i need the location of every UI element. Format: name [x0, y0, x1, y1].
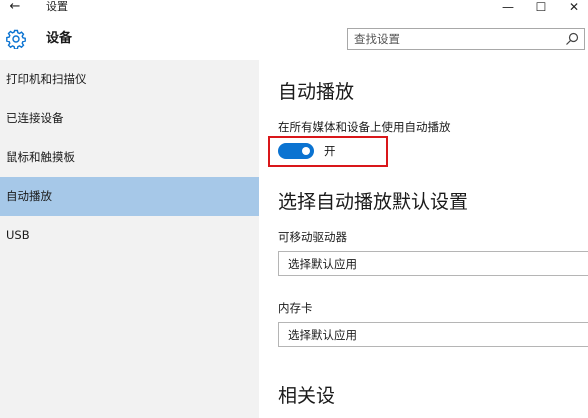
back-arrow-icon: ←	[9, 0, 21, 14]
page-header: 设备	[0, 18, 588, 60]
memory-card-label: 内存卡	[278, 301, 313, 315]
window-title: 设置	[46, 0, 68, 13]
toggle-state-text: 开	[324, 144, 336, 158]
defaults-section-title: 选择自动播放默认设置	[278, 191, 469, 213]
sidebar-item-autoplay[interactable]: 自动播放	[0, 177, 259, 216]
memory-card-select[interactable]: 选择默认应用	[278, 322, 588, 347]
maximize-button[interactable]: ☐	[531, 0, 551, 16]
sidebar-item-label: 自动播放	[6, 189, 52, 203]
related-settings-title: 相关设	[278, 385, 336, 407]
main-content: 自动播放 在所有媒体和设备上使用自动播放 开 选择自动播放默认设置 可移动驱动器…	[259, 60, 588, 418]
sidebar: 打印机和扫描仪 已连接设备 鼠标和触摸板 自动播放 USB	[0, 60, 259, 418]
back-button[interactable]: ←	[6, 0, 24, 15]
toggle-knob	[302, 147, 310, 155]
sidebar-item-mouse-touchpad[interactable]: 鼠标和触摸板	[0, 138, 259, 177]
close-icon: ✕	[568, 0, 580, 14]
sidebar-item-usb[interactable]: USB	[0, 216, 259, 255]
search-input[interactable]	[354, 31, 554, 47]
search-icon[interactable]	[565, 32, 579, 46]
page-title: 设备	[46, 31, 73, 46]
autoplay-toggle[interactable]	[278, 143, 314, 159]
gear-icon	[6, 29, 26, 49]
removable-drive-label: 可移动驱动器	[278, 230, 347, 244]
maximize-icon: ☐	[535, 0, 547, 14]
sidebar-item-label: 打印机和扫描仪	[6, 72, 87, 86]
title-bar: ← 设置 — ☐ ✕	[0, 0, 588, 18]
section-title: 自动播放	[278, 81, 355, 103]
removable-drive-value: 选择默认应用	[288, 257, 357, 271]
search-box[interactable]	[347, 28, 585, 50]
minimize-button[interactable]: —	[498, 0, 518, 16]
sidebar-item-label: 已连接设备	[6, 111, 64, 125]
autoplay-toggle-label: 在所有媒体和设备上使用自动播放	[278, 120, 451, 134]
sidebar-item-printers-scanners[interactable]: 打印机和扫描仪	[0, 60, 259, 99]
minimize-icon: —	[502, 0, 514, 14]
memory-card-value: 选择默认应用	[288, 328, 357, 342]
sidebar-item-label: USB	[6, 228, 30, 242]
sidebar-item-label: 鼠标和触摸板	[6, 150, 75, 164]
removable-drive-select[interactable]: 选择默认应用	[278, 251, 588, 276]
close-button[interactable]: ✕	[564, 0, 584, 16]
sidebar-item-connected-devices[interactable]: 已连接设备	[0, 99, 259, 138]
